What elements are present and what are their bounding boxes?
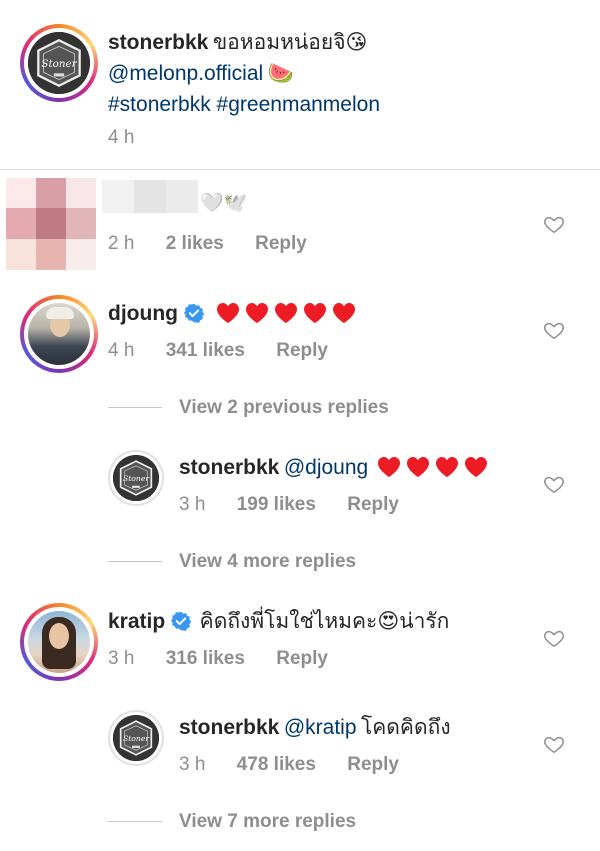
post-divider — [0, 169, 600, 170]
djoung-username[interactable]: djoung — [108, 302, 178, 325]
comment-emoji-text: 🤍🕊️ — [200, 193, 248, 214]
reply-time: 3 h — [179, 754, 206, 775]
reply-time: 3 h — [179, 494, 206, 515]
reply-likes[interactable]: 199 likes — [237, 494, 316, 515]
kissing-emoji: 😘 — [345, 31, 368, 54]
comment-meta: 2 h 2 likes Reply — [108, 233, 307, 255]
blurred-avatar[interactable] — [6, 178, 96, 270]
red-heart-icon — [406, 456, 430, 478]
post-username[interactable]: stonerbkk — [108, 31, 208, 54]
djoung-comment-body: djoung — [108, 300, 361, 330]
view-more-replies-button[interactable]: View 4 more replies — [179, 551, 356, 573]
reply-button[interactable]: Reply — [347, 754, 399, 775]
reply-button[interactable]: Reply — [276, 340, 328, 361]
post-author-avatar[interactable] — [20, 24, 98, 102]
caption-text: ขอหอมหน่อยจิ — [212, 31, 346, 54]
red-heart-icon — [303, 302, 327, 324]
reply-likes[interactable]: 478 likes — [237, 754, 316, 775]
view-replies-line — [108, 561, 162, 562]
reply-username[interactable]: stonerbkk — [179, 456, 279, 479]
post-timestamp: 4 h — [108, 127, 135, 148]
watermelon-emoji: 🍉 — [267, 62, 294, 85]
like-heart-icon[interactable] — [543, 213, 565, 235]
red-heart-icon — [377, 456, 401, 478]
view-replies-line — [108, 821, 162, 822]
reply-button[interactable]: Reply — [276, 648, 328, 669]
reply-body: stonerbkk @djoung — [179, 454, 493, 484]
post-caption: stonerbkk ขอหอมหน่อยจิ😘 @melonp.official… — [108, 28, 578, 121]
heart-eyes-emoji: 😍 — [377, 610, 400, 633]
reply-button[interactable]: Reply — [347, 494, 399, 515]
kratip-comment-text-after: น่ารัก — [399, 610, 450, 633]
comment-time: 4 h — [108, 340, 135, 361]
reply-body: stonerbkk @kratip โคดคิดถึง — [179, 714, 451, 744]
stonerbkk-reply-avatar[interactable] — [108, 710, 164, 766]
reply-mention-link[interactable]: @kratip — [284, 716, 357, 739]
comment-likes[interactable]: 2 likes — [166, 233, 224, 254]
kratip-comment-body: kratip คิดถึงพี่โมใช่ไหมคะ😍น่ารัก — [108, 608, 449, 638]
kratip-username[interactable]: kratip — [108, 610, 165, 633]
stoner-logo-image — [28, 32, 90, 94]
reply-mention-link[interactable]: @djoung — [284, 456, 368, 479]
like-heart-icon[interactable] — [543, 473, 565, 495]
view-previous-replies-button[interactable]: View 2 previous replies — [179, 397, 389, 419]
red-heart-icon — [216, 302, 240, 324]
comment-time: 2 h — [108, 233, 135, 254]
reply-meta: 3 h 199 likes Reply — [179, 494, 399, 516]
view-replies-line — [108, 407, 162, 408]
red-hearts-emoji — [377, 461, 493, 478]
red-heart-icon — [464, 456, 488, 478]
red-heart-icon — [274, 302, 298, 324]
reply-text: โคดคิดถึง — [360, 716, 451, 739]
comment-likes[interactable]: 341 likes — [166, 340, 245, 361]
reply-meta: 3 h 478 likes Reply — [179, 754, 399, 776]
red-heart-icon — [435, 456, 459, 478]
stoner-logo-image — [113, 455, 159, 501]
caption-mention-link[interactable]: @melonp.official — [108, 62, 263, 85]
blurred-username[interactable] — [102, 180, 198, 213]
like-heart-icon[interactable] — [543, 319, 565, 341]
like-heart-icon[interactable] — [543, 733, 565, 755]
stoner-logo-image — [113, 715, 159, 761]
kratip-avatar[interactable] — [20, 603, 98, 681]
caption-hashtags[interactable]: #stonerbkk #greenmanmelon — [108, 93, 380, 116]
kratip-comment-text: คิดถึงพี่โมใช่ไหมคะ — [199, 610, 378, 633]
comment-likes[interactable]: 316 likes — [166, 648, 245, 669]
red-heart-icon — [245, 302, 269, 324]
like-heart-icon[interactable] — [543, 627, 565, 649]
view-more-replies-button[interactable]: View 7 more replies — [179, 811, 356, 833]
red-hearts-emoji — [216, 307, 361, 324]
verified-badge-icon — [184, 303, 204, 323]
comment-time: 3 h — [108, 648, 135, 669]
reply-username[interactable]: stonerbkk — [179, 716, 279, 739]
comment-meta: 4 h 341 likes Reply — [108, 340, 328, 362]
reply-button[interactable]: Reply — [255, 233, 307, 254]
djoung-avatar[interactable] — [20, 295, 98, 373]
stonerbkk-reply-avatar[interactable] — [108, 450, 164, 506]
verified-badge-icon — [171, 611, 191, 631]
comment-meta: 3 h 316 likes Reply — [108, 648, 328, 670]
red-heart-icon — [332, 302, 356, 324]
